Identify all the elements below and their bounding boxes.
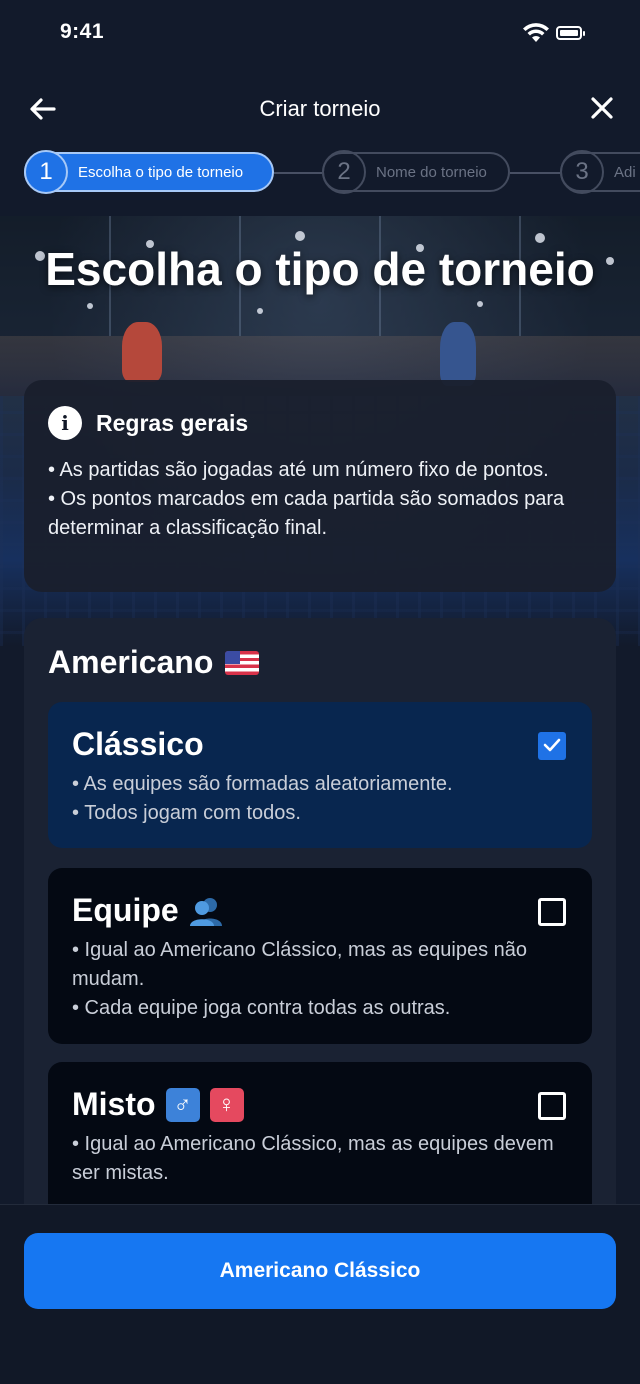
- option-desc-line: • Cada equipe joga contra todas as outra…: [72, 997, 451, 1019]
- option-classico[interactable]: Clássico • As equipes são formadas aleat…: [48, 702, 592, 848]
- option-title-text: Equipe: [72, 892, 179, 928]
- step-number: 1: [24, 150, 68, 194]
- option-desc-line: • Igual ao Americano Clássico, mas as eq…: [72, 1133, 554, 1184]
- step-1[interactable]: 1 Escolha o tipo de torneio: [24, 150, 274, 194]
- step-2[interactable]: 2 Nome do torneio: [322, 150, 510, 194]
- option-desc-line: • Todos jogam com todos.: [72, 802, 301, 824]
- step-connector: [274, 172, 322, 174]
- male-sign-icon: ♂: [165, 1087, 200, 1122]
- page-title: Criar torneio: [259, 96, 381, 121]
- player-image: [440, 322, 476, 386]
- step-label: Escolha o tipo de torneio: [78, 163, 244, 181]
- americano-section: Americano Clássico • As equipes são form…: [24, 618, 616, 1238]
- hero-title: Escolha o tipo de torneio: [45, 243, 595, 295]
- option-desc: • Igual ao Americano Clássico, mas as eq…: [72, 936, 572, 1023]
- option-title: Misto ♂ ♀: [72, 1086, 244, 1123]
- option-checkbox[interactable]: [538, 1092, 566, 1120]
- close-icon[interactable]: [586, 92, 618, 124]
- rules-line: • Os pontos marcados em cada partida são…: [48, 488, 565, 539]
- section-title: Americano: [48, 644, 260, 681]
- option-desc: • As equipes são formadas aleatoriamente…: [72, 770, 572, 828]
- step-label: Adi: [614, 163, 636, 181]
- option-desc-line: • Igual ao Americano Clássico, mas as eq…: [72, 939, 528, 990]
- option-desc: • Igual ao Americano Clássico, mas as eq…: [72, 1130, 572, 1188]
- people-icon: [189, 897, 222, 926]
- status-time: 9:41: [60, 20, 105, 43]
- player-image: [122, 322, 162, 382]
- step-label: Nome do torneio: [376, 163, 487, 181]
- rules-line: • As partidas são jogadas até um número …: [48, 459, 549, 481]
- rules-text: • As partidas são jogadas até um número …: [48, 456, 604, 543]
- step-number: 2: [322, 150, 366, 194]
- option-checkbox[interactable]: [538, 732, 566, 760]
- nav-bar: Criar torneio: [0, 80, 640, 140]
- info-icon: i: [48, 406, 82, 440]
- option-desc-line: • As equipes são formadas aleatoriamente…: [72, 773, 453, 795]
- bottom-bar: Americano Clássico: [0, 1204, 640, 1384]
- continue-button[interactable]: Americano Clássico: [24, 1233, 616, 1309]
- option-misto[interactable]: Misto ♂ ♀ • Igual ao Americano Clássico,…: [48, 1062, 592, 1222]
- option-title: Clássico: [72, 726, 204, 763]
- rules-title: Regras gerais: [96, 410, 249, 436]
- option-title-text: Clássico: [72, 726, 204, 762]
- check-icon: [543, 738, 561, 752]
- step-3[interactable]: 3 Adi: [560, 150, 640, 194]
- us-flag-icon: [225, 650, 260, 675]
- step-connector: [510, 172, 560, 174]
- option-title-text: Misto: [72, 1086, 156, 1122]
- section-title-text: Americano: [48, 644, 214, 680]
- rules-card: i Regras gerais • As partidas são jogada…: [24, 380, 616, 592]
- option-title: Equipe: [72, 892, 223, 929]
- wifi-icon: [523, 23, 549, 42]
- battery-icon: [556, 26, 585, 40]
- option-equipe[interactable]: Equipe • Igual ao Americano Clássico, ma…: [48, 868, 592, 1044]
- stepper: 1 Escolha o tipo de torneio 2 Nome do to…: [0, 148, 640, 200]
- status-bar: 9:41: [0, 0, 640, 70]
- option-checkbox[interactable]: [538, 898, 566, 926]
- female-sign-icon: ♀: [209, 1087, 244, 1122]
- step-number: 3: [560, 150, 604, 194]
